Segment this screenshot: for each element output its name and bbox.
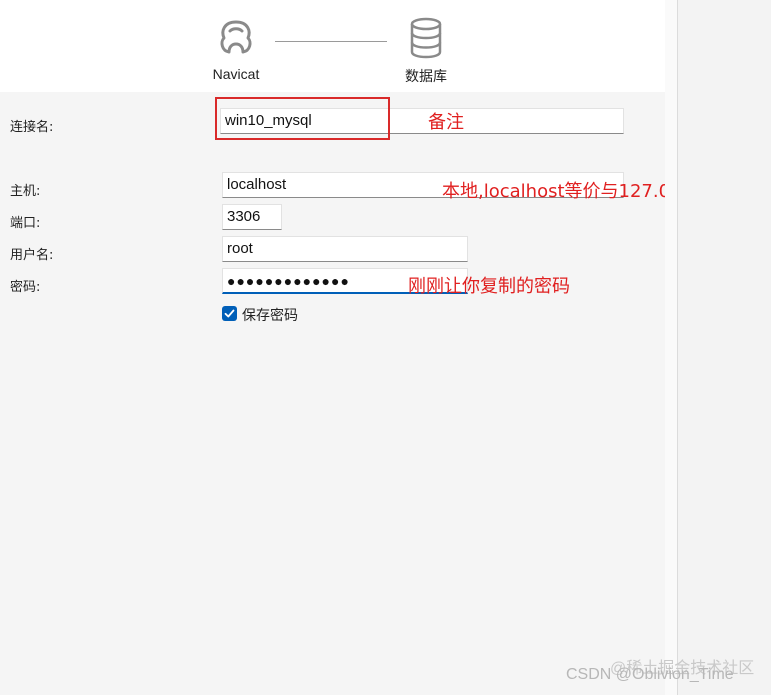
step-navicat: Navicat [205, 14, 267, 82]
username-input[interactable]: root [222, 236, 468, 262]
port-label: 端口: [10, 216, 41, 231]
checkmark-icon [224, 309, 235, 318]
step-label-navicat: Navicat [212, 66, 260, 82]
save-password-checkbox[interactable] [222, 306, 237, 321]
pane-gutter [665, 0, 677, 695]
right-pane [677, 0, 771, 695]
step-label-database: 数据库 [405, 68, 447, 84]
host-label: 主机: [10, 184, 41, 199]
database-icon [401, 14, 451, 64]
navicat-logo-icon [211, 14, 261, 64]
connection-name-label: 连接名: [10, 120, 54, 135]
annotation-connection-note: 备注 [428, 112, 464, 133]
annotation-password-note: 刚刚让你复制的密码 [408, 276, 570, 297]
password-label: 密码: [10, 280, 41, 295]
step-connector [275, 41, 387, 42]
save-password-label: 保存密码 [242, 308, 298, 324]
wizard-header: Navicat 数据库 [0, 0, 665, 92]
watermark-csdn: CSDN @Oblivion_Time [566, 666, 734, 683]
connection-dialog: Navicat 数据库 连接名: win10_mysql 备注 主机: loca… [0, 0, 704, 695]
annotation-highlight-box [215, 97, 390, 140]
port-input[interactable]: 3306 [222, 204, 282, 230]
step-database: 数据库 [395, 14, 457, 86]
username-label: 用户名: [10, 248, 54, 263]
